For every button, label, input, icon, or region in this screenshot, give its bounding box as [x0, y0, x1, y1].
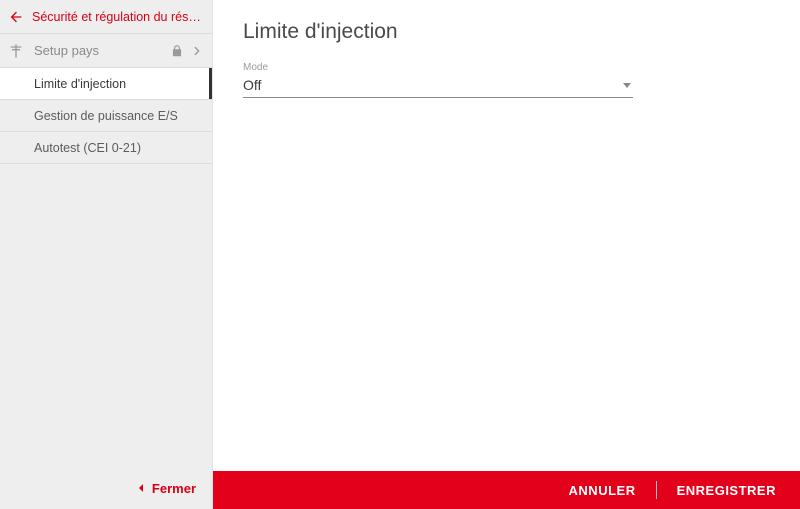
- sidebar-top-label: Setup pays: [34, 43, 170, 58]
- action-bar: ANNULER ENREGISTRER: [213, 471, 800, 509]
- sidebar-header-title: Sécurité et régulation du réseau: [32, 10, 202, 24]
- utility-pole-icon: [8, 43, 24, 59]
- action-divider: [656, 481, 657, 499]
- sidebar-list: Limite d'injection Gestion de puissance …: [0, 68, 212, 164]
- mode-value: Off: [243, 77, 261, 93]
- sidebar-item-label: Limite d'injection: [34, 77, 126, 91]
- content: Limite d'injection Mode Off: [213, 0, 800, 471]
- main: Limite d'injection Mode Off ANNULER ENRE…: [213, 0, 800, 509]
- sidebar-item-limite-injection[interactable]: Limite d'injection: [0, 68, 212, 100]
- arrow-left-icon: [8, 9, 24, 25]
- mode-label: Mode: [243, 62, 633, 73]
- sidebar: Sécurité et régulation du réseau Setup p…: [0, 0, 213, 509]
- dropdown-icon: [623, 83, 631, 88]
- caret-left-icon: [136, 483, 146, 493]
- sidebar-item-gestion-puissance[interactable]: Gestion de puissance E/S: [0, 100, 212, 132]
- sidebar-close-button[interactable]: Fermer: [0, 471, 212, 509]
- sidebar-item-label: Gestion de puissance E/S: [34, 109, 178, 123]
- chevron-right-icon: [190, 44, 204, 58]
- sidebar-top-setup-pays[interactable]: Setup pays: [0, 34, 212, 68]
- page-title: Limite d'injection: [243, 20, 770, 44]
- sidebar-item-autotest[interactable]: Autotest (CEI 0-21): [0, 132, 212, 164]
- mode-field: Mode Off: [243, 62, 633, 98]
- sidebar-close-label: Fermer: [152, 481, 196, 496]
- lock-icon: [170, 44, 184, 58]
- save-button[interactable]: ENREGISTRER: [671, 479, 782, 502]
- sidebar-item-label: Autotest (CEI 0-21): [34, 141, 141, 155]
- mode-select[interactable]: Off: [243, 75, 633, 98]
- sidebar-back[interactable]: Sécurité et régulation du réseau: [0, 0, 212, 34]
- cancel-button[interactable]: ANNULER: [563, 479, 642, 502]
